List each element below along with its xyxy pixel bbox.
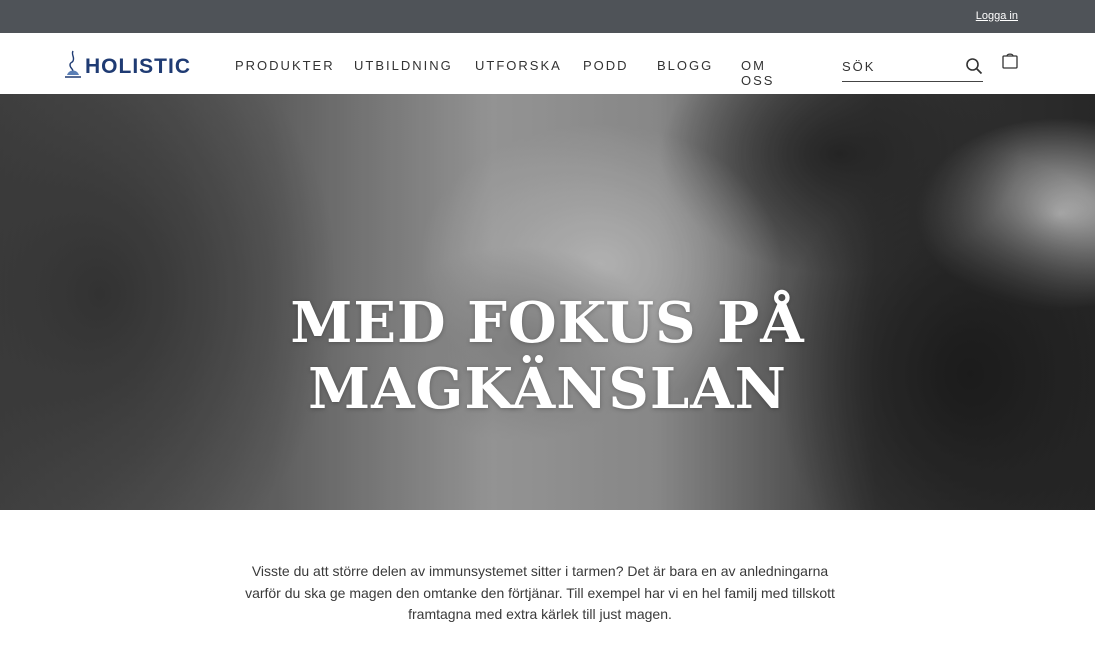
hero-title-line-2: MAGKÄNSLAN — [308, 356, 787, 422]
nav-item-produkter[interactable]: PRODUKTER — [235, 58, 335, 73]
intro-text: Visste du att större delen av immunsyste… — [245, 563, 835, 622]
nav-item-blogg[interactable]: BLOGG — [657, 58, 713, 73]
hero-title-line-1: MED FOKUS PÅ — [290, 290, 805, 356]
search-field — [842, 54, 983, 82]
hero-banner: MED FOKUS PÅ MAGKÄNSLAN — [0, 94, 1095, 510]
cart-icon[interactable] — [1001, 52, 1019, 70]
top-bar: Logga in — [0, 0, 1095, 33]
site-header: HOLISTIC PRODUKTER UTBILDNING UTFORSKA P… — [0, 33, 1095, 94]
nav-item-podd[interactable]: PODD — [583, 58, 629, 73]
hero-title: MED FOKUS PÅ MAGKÄNSLAN — [0, 290, 1095, 422]
nav-item-utbildning[interactable]: UTBILDNING — [354, 58, 453, 73]
search-input[interactable] — [842, 54, 957, 78]
nav-item-om-oss[interactable]: OM OSS — [741, 58, 774, 88]
logo-text: HOLISTIC — [85, 55, 191, 78]
nav-item-utforska[interactable]: UTFORSKA — [475, 58, 562, 73]
search-icon[interactable] — [965, 57, 983, 75]
logo[interactable]: HOLISTIC — [63, 45, 191, 79]
logo-flame-icon — [65, 50, 81, 78]
login-link[interactable]: Logga in — [976, 10, 1018, 22]
